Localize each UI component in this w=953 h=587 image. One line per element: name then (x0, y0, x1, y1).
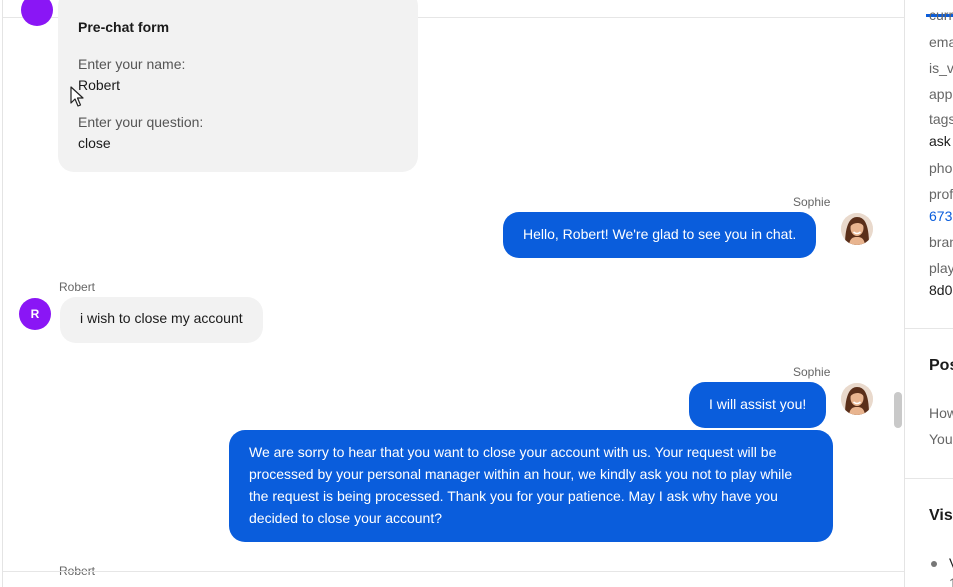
field-label: bran (929, 234, 953, 250)
field-value: 8d0 (929, 282, 953, 298)
prechat-form-title: Pre-chat form (78, 19, 170, 35)
composer-divider (3, 571, 904, 572)
field-label: tags (929, 111, 953, 127)
section-divider (905, 328, 953, 329)
message-sender: Sophie (793, 195, 831, 209)
field-link[interactable]: 673 (929, 208, 952, 224)
list-item: 1 (949, 575, 953, 587)
field-label: is_v (929, 60, 953, 76)
field-label: pho (929, 160, 953, 176)
question-value: close (78, 135, 111, 151)
cursor-icon (70, 86, 84, 107)
agent-message-bubble: We are sorry to hear that you want to cl… (229, 430, 833, 542)
visitor-message-bubble: i wish to close my account (60, 297, 263, 343)
message-sender: Sophie (793, 365, 831, 379)
question-label: Enter your question: (78, 114, 204, 130)
name-label: Enter your name: (78, 56, 186, 72)
list-bullet (931, 561, 937, 567)
field-value: ask (929, 133, 951, 149)
chat-scrollbar[interactable] (894, 392, 902, 428)
visitor-details-panel: curr ema is_v app tags ask pho prof 673 … (904, 0, 953, 587)
field-label: curr (929, 7, 953, 23)
prechat-form-card: Pre-chat form Enter your name: Robert En… (58, 0, 418, 172)
section-text: You (929, 431, 953, 447)
agent-avatar-icon (841, 383, 873, 415)
field-label: app (929, 86, 953, 102)
name-value: Robert (78, 77, 121, 93)
section-title: Vis (929, 507, 953, 524)
agent-message-bubble: I will assist you! (689, 382, 827, 428)
visitor-avatar (21, 0, 53, 26)
message-sender: Robert (59, 280, 96, 294)
chat-transcript: Pre-chat form Enter your name: Robert En… (2, 0, 904, 587)
visitor-avatar: R (19, 298, 51, 330)
field-label: play (929, 260, 953, 276)
section-text: How (929, 405, 953, 421)
section-title: Pos (929, 357, 953, 374)
agent-message-bubble: Hello, Robert! We're glad to see you in … (503, 212, 817, 258)
section-divider (905, 478, 953, 479)
field-label: prof (929, 186, 953, 202)
field-label: ema (929, 34, 953, 50)
agent-avatar-icon (841, 213, 873, 245)
list-item: V (949, 555, 953, 571)
